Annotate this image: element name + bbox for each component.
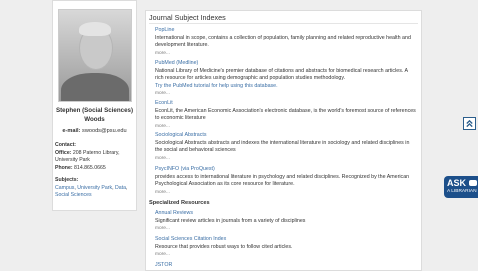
- annual-reviews-more-link[interactable]: more...: [155, 226, 170, 231]
- list-item: PopLine International in scope, contains…: [155, 27, 417, 57]
- subject-link-campus[interactable]: Campus: [55, 185, 74, 191]
- sociological-abstracts-link[interactable]: Sociological Abstracts: [155, 132, 207, 138]
- contact-block: Contact: Office: 208 Paterno Library, Un…: [55, 142, 135, 172]
- ssci-desc: Resource that provides robust ways to fo…: [155, 243, 293, 250]
- subject-link-data[interactable]: Data: [115, 185, 126, 191]
- subjects-label: Subjects:: [55, 177, 79, 183]
- ssci-link[interactable]: Social Sciences Citation Index: [155, 236, 226, 242]
- annual-reviews-desc: Significant review articles in journals …: [155, 217, 306, 224]
- list-item: Annual Reviews Significant review articl…: [155, 210, 417, 233]
- list-item: JSTOR: [155, 262, 417, 270]
- subject-link-social-sciences[interactable]: Social Sciences: [55, 192, 92, 198]
- pubmed-more-link[interactable]: more...: [155, 91, 170, 96]
- email-label: e-mail:: [62, 128, 81, 134]
- ask-label: ASK: [447, 178, 467, 188]
- chat-bubble-icon: [469, 180, 477, 186]
- subjects-block: Subjects: Campus, University Park, Data,…: [55, 177, 135, 200]
- phone-label: Phone:: [55, 164, 73, 171]
- psycinfo-desc: provides access to international literat…: [155, 173, 410, 188]
- pubmed-link[interactable]: PubMed (Medline): [155, 60, 198, 66]
- list-item: PubMed (Medline) National Library of Med…: [155, 60, 417, 98]
- office-label: Office:: [55, 149, 72, 156]
- sociological-abstracts-desc: Sociological Abstracts abstracts and ind…: [155, 139, 410, 154]
- popline-more-link[interactable]: more...: [155, 51, 170, 56]
- librarian-email: e-mail: swoods@psu.edu: [53, 128, 136, 134]
- librarian-profile-card: Stephen (Social Sciences) Woods e-mail: …: [52, 0, 137, 211]
- sociological-abstracts-more-link[interactable]: more...: [155, 156, 170, 161]
- econlit-desc: EconLit, the American Economic Associati…: [155, 107, 416, 122]
- subject-link-university-park[interactable]: University Park: [77, 185, 112, 191]
- pubmed-tutorial-link[interactable]: Try the PubMed tutorial for help using t…: [155, 83, 278, 89]
- double-chevron-up-icon[interactable]: [463, 117, 476, 130]
- list-item: Sociological Abstracts Sociological Abst…: [155, 132, 417, 162]
- email-link[interactable]: swoods@psu.edu: [82, 128, 127, 134]
- section-title: Journal Subject Indexes: [149, 13, 226, 22]
- specialized-resources-title: Specialized Resources: [149, 200, 210, 206]
- ask-a-librarian-button[interactable]: ASK A LIBRARIAN: [444, 176, 478, 198]
- ask-sub-label: A LIBRARIAN: [447, 189, 477, 194]
- psycinfo-more-link[interactable]: more...: [155, 190, 170, 195]
- list-item: Social Sciences Citation Index Resource …: [155, 236, 417, 259]
- popline-desc: International in scope, contains a colle…: [155, 34, 411, 49]
- list-item: EconLit EconLit, the American Economic A…: [155, 100, 417, 130]
- librarian-name: Stephen (Social Sciences) Woods: [55, 107, 134, 123]
- librarian-photo: [58, 9, 132, 102]
- econlit-link[interactable]: EconLit: [155, 100, 173, 106]
- ssci-more-link[interactable]: more...: [155, 252, 170, 257]
- journal-indexes-panel: Journal Subject Indexes PopLine Internat…: [145, 10, 422, 271]
- annual-reviews-link[interactable]: Annual Reviews: [155, 210, 193, 216]
- jstor-link[interactable]: JSTOR: [155, 262, 172, 268]
- psycinfo-link[interactable]: PsycINFO (via ProQuest): [155, 166, 215, 172]
- pubmed-desc: National Library of Medicine's premier d…: [155, 67, 408, 82]
- list-item: PsycINFO (via ProQuest) provides access …: [155, 166, 417, 196]
- contact-label: Contact:: [55, 142, 77, 148]
- econlit-more-link[interactable]: more...: [155, 124, 170, 129]
- popline-link[interactable]: PopLine: [155, 27, 174, 33]
- section-divider: [149, 23, 418, 24]
- phone-value: 814.865.0665: [74, 164, 106, 171]
